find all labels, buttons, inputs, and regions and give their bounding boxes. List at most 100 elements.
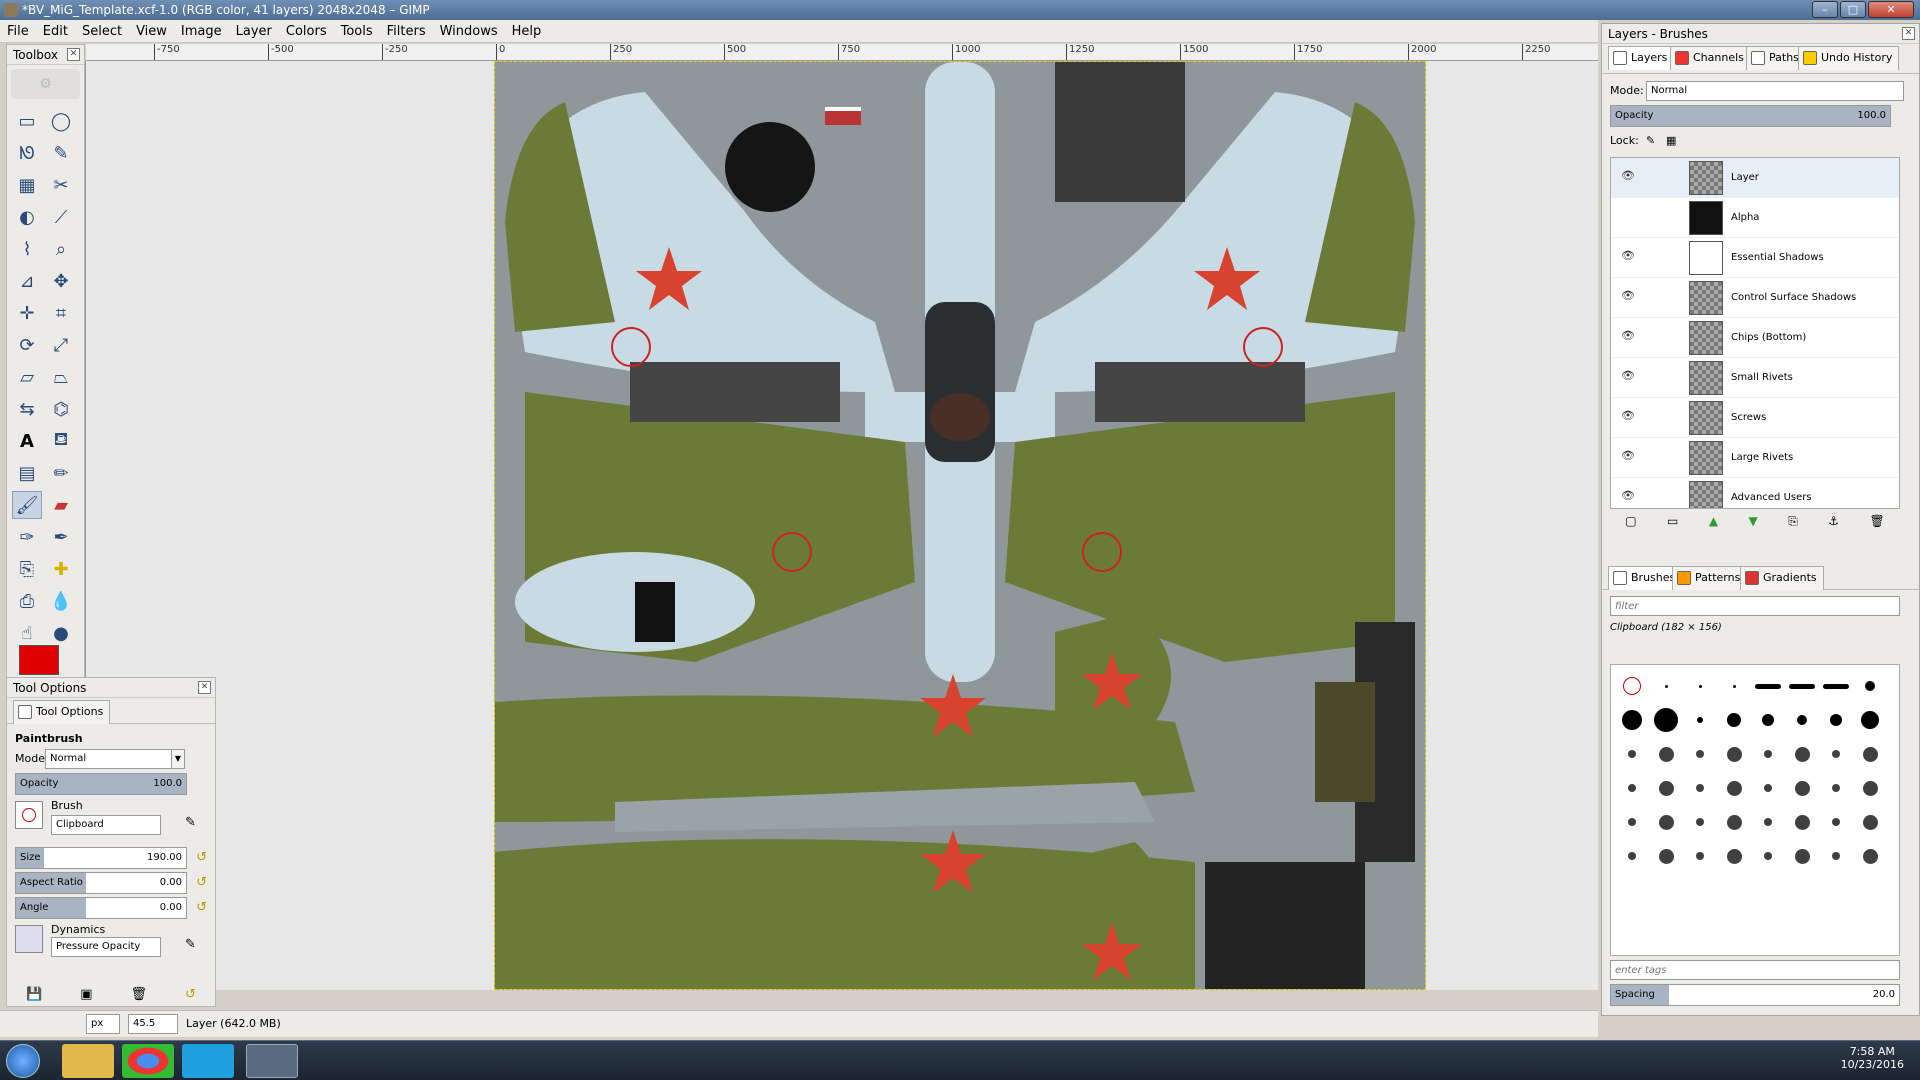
reset-aspect-icon[interactable]: ↺ (196, 872, 207, 894)
cage-icon[interactable]: ⌬ (46, 395, 76, 423)
skype-icon[interactable] (182, 1044, 234, 1078)
menu-help[interactable]: Help (505, 20, 549, 43)
layer-thumbnail[interactable] (1689, 281, 1723, 315)
chevron-down-icon[interactable]: ▼ (171, 749, 185, 769)
menu-windows[interactable]: Windows (433, 20, 505, 43)
lower-layer-icon[interactable]: ▼ (1749, 514, 1758, 536)
shear-icon[interactable]: ▱ (12, 363, 42, 391)
layer-thumbnail[interactable] (1689, 241, 1723, 275)
layer-row[interactable]: 👁 Control Surface Shadows (1611, 278, 1899, 318)
menu-view[interactable]: View (129, 20, 174, 43)
layer-name[interactable]: Large Rivets (1731, 452, 1793, 463)
brush-thumbnail[interactable] (1751, 737, 1785, 771)
reset-icon[interactable]: ↺ (185, 987, 196, 1002)
clone-icon[interactable]: ⎘ (12, 555, 42, 583)
eye-icon[interactable]: 👁 (1621, 450, 1637, 461)
brush-thumbnail[interactable] (1819, 703, 1853, 737)
layer-row[interactable]: 👁 Advanced Users (1611, 478, 1899, 508)
brush-thumbnail[interactable] (1683, 839, 1717, 873)
layer-opacity-slider[interactable]: Opacity 100.0 (1610, 105, 1891, 127)
menu-tools[interactable]: Tools (334, 20, 380, 43)
duplicate-layer-icon[interactable]: ⎘ (1788, 514, 1798, 536)
eye-icon[interactable] (1621, 211, 1637, 221)
fuzzy-select-icon[interactable]: ✎ (46, 139, 76, 167)
anchor-layer-icon[interactable]: ⚓ (1828, 514, 1839, 536)
brush-thumbnail[interactable] (1819, 805, 1853, 839)
move-icon[interactable]: ✥ (46, 267, 76, 295)
layer-list[interactable]: 👁 Layer Alpha 👁 Essential Shadows 👁 Control Su… (1610, 157, 1900, 509)
brush-thumbnail[interactable] (1785, 669, 1819, 703)
zoom-icon[interactable]: ⌕ (46, 235, 76, 263)
brush-thumbnail[interactable] (1649, 737, 1683, 771)
layer-name[interactable]: Small Rivets (1731, 372, 1793, 383)
brush-thumbnail[interactable] (1717, 669, 1751, 703)
close-icon[interactable]: ✕ (67, 48, 80, 61)
layer-name[interactable]: Layer (1731, 172, 1759, 183)
layer-name[interactable]: Screws (1731, 412, 1766, 423)
menu-filters[interactable]: Filters (380, 20, 433, 43)
paths-icon[interactable]: ⟋ (46, 203, 76, 231)
heal-icon[interactable]: ✚ (46, 555, 76, 583)
dynamics-icon[interactable] (15, 925, 43, 953)
text-icon[interactable]: A (12, 427, 42, 455)
brush-thumbnail[interactable] (1683, 669, 1717, 703)
chrome-icon[interactable] (122, 1044, 174, 1078)
opacity-slider[interactable]: Opacity 100.0 (15, 773, 187, 795)
eye-icon[interactable]: 👁 (1621, 170, 1637, 181)
eye-icon[interactable]: 👁 (1621, 330, 1637, 341)
blur-icon[interactable]: 💧 (46, 587, 76, 615)
menu-edit[interactable]: Edit (36, 20, 75, 43)
brush-thumbnail[interactable] (1819, 737, 1853, 771)
smudge-icon[interactable]: ☝ (12, 619, 42, 647)
reset-angle-icon[interactable]: ↺ (196, 897, 207, 919)
save-icon[interactable]: 💾 (26, 987, 42, 1002)
zoom-select[interactable]: 45.5 (128, 1014, 178, 1034)
brush-thumbnail[interactable] (1649, 703, 1683, 737)
airbrush-icon[interactable]: ✑ (12, 523, 42, 551)
eraser-icon[interactable]: ▰ (46, 491, 76, 519)
lock-pixels-icon[interactable]: ✎ (1646, 130, 1655, 152)
free-select-icon[interactable]: ᘚ (12, 139, 42, 167)
layer-row[interactable]: 👁 Small Rivets (1611, 358, 1899, 398)
edit-brush-icon[interactable]: ✎ (185, 815, 196, 830)
brush-thumbnail[interactable] (1853, 839, 1887, 873)
layer-row[interactable]: Alpha (1611, 198, 1899, 238)
maximize-button[interactable]: □ (1840, 1, 1866, 18)
brush-thumbnail[interactable] (1751, 839, 1785, 873)
scissors-icon[interactable]: ✂ (46, 171, 76, 199)
brush-thumbnail[interactable] (1785, 771, 1819, 805)
measure-icon[interactable]: ⊿ (12, 267, 42, 295)
brush-grid[interactable] (1610, 664, 1900, 956)
layer-name[interactable]: Alpha (1731, 212, 1759, 223)
lock-alpha-icon[interactable]: ▦ (1666, 130, 1676, 152)
brush-thumbnail[interactable] (1649, 669, 1683, 703)
brush-thumbnail[interactable] (1853, 737, 1887, 771)
eye-icon[interactable]: 👁 (1621, 410, 1637, 421)
delete-layer-icon[interactable]: 🗑 (1869, 514, 1884, 536)
foreground-color-swatch[interactable] (19, 645, 59, 675)
brush-thumbnail[interactable] (1751, 703, 1785, 737)
new-layer-icon[interactable]: ▢ (1625, 514, 1636, 536)
eye-icon[interactable]: 👁 (1621, 490, 1637, 501)
eye-icon[interactable]: 👁 (1621, 290, 1637, 301)
perspective-clone-icon[interactable]: ⎙ (12, 587, 42, 615)
brush-thumbnail[interactable] (1649, 771, 1683, 805)
brush-thumbnail[interactable] (1853, 805, 1887, 839)
restore-icon[interactable]: ▣ (80, 987, 92, 1002)
brush-thumbnail[interactable] (1819, 771, 1853, 805)
align-icon[interactable]: ✛ (12, 299, 42, 327)
mode-select[interactable]: Normal (45, 749, 185, 769)
layer-name[interactable]: Chips (Bottom) (1731, 332, 1806, 343)
explorer-icon[interactable] (62, 1044, 114, 1078)
crop-icon[interactable]: ⌗ (46, 299, 76, 327)
brush-thumbnail[interactable] (1649, 839, 1683, 873)
close-icon[interactable]: ✕ (198, 681, 211, 694)
edit-dynamics-icon[interactable]: ✎ (185, 937, 196, 952)
horizontal-ruler[interactable]: -750 -500 -250 0 250 500 750 1000 1250 1… (86, 44, 1598, 61)
menu-layer[interactable]: Layer (229, 20, 279, 43)
layer-name[interactable]: Advanced Users (1731, 492, 1812, 503)
bucket-fill-icon[interactable]: ⛾ (46, 427, 76, 455)
layer-thumbnail[interactable] (1689, 201, 1723, 235)
brush-thumbnail[interactable] (1649, 805, 1683, 839)
tab-layers[interactable]: Layers (1608, 46, 1675, 70)
